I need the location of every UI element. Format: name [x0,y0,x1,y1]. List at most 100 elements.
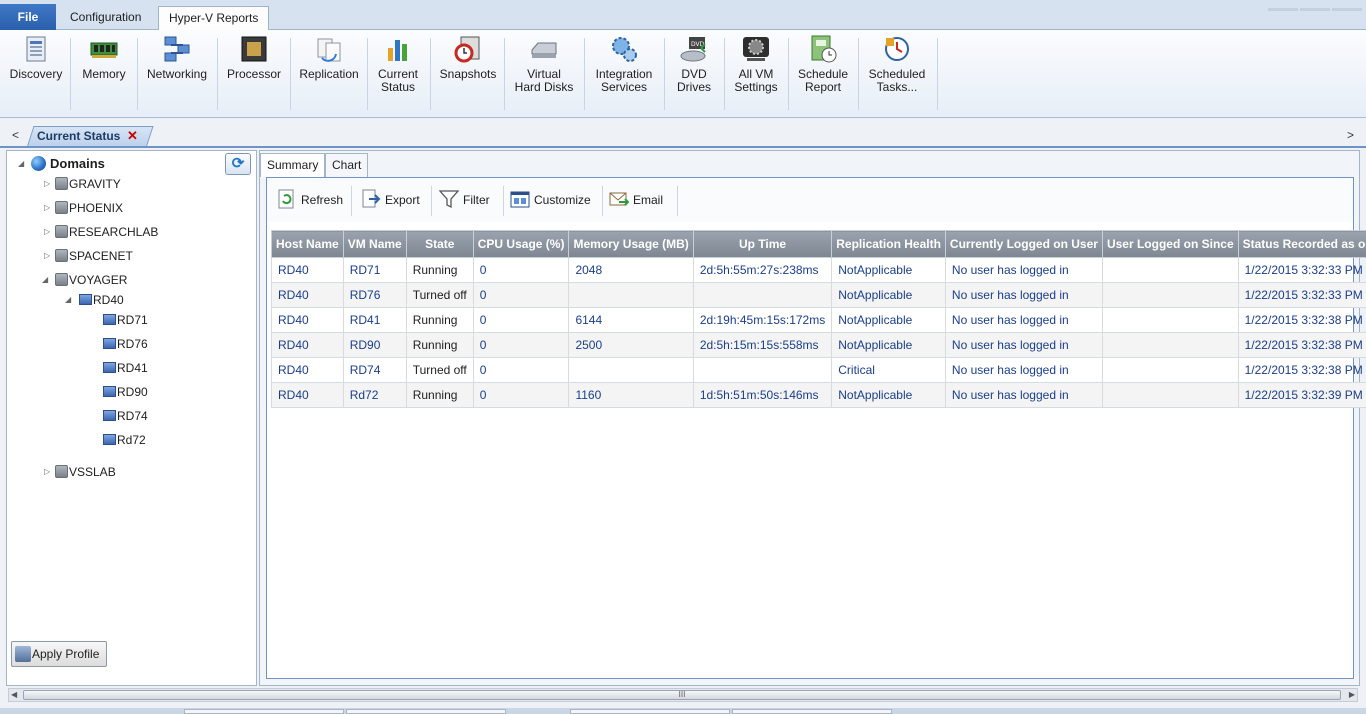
tree-refresh-button[interactable]: ⟳ [225,153,251,175]
processor-icon [241,36,267,62]
networking-button[interactable]: Networking [142,34,212,112]
host-computer-icon [79,294,92,305]
file-menu-tab[interactable]: File [0,4,56,30]
scheduled-tasks-button[interactable]: Scheduled Tasks... [862,34,932,112]
tree-item-spacenet[interactable]: SPACENET [55,249,133,263]
horizontal-scrollbar[interactable]: ◀ III ▶ [8,688,1358,702]
close-tab-icon[interactable]: ✕ [127,128,138,144]
tree-root-domains[interactable]: Domains [31,156,105,171]
column-header-host-name[interactable]: Host Name [271,230,344,258]
tree-item-label: RD40 [93,293,124,307]
integration-services-icon [612,37,637,62]
replication-button[interactable]: Replication [294,34,364,112]
close-window-button[interactable] [1332,8,1362,11]
table-row[interactable]: RD40 RD90 Running 0 2500 2d:5h:15m:15s:558ms N… [271,332,1366,358]
table-row[interactable]: RD40 RD74 Turned off 0 Critical No user has l… [271,357,1366,383]
tab-scroll-right-button[interactable]: > [1347,128,1354,142]
discovery-button[interactable]: Discovery [6,34,66,112]
server-icon [55,201,68,214]
maximize-button[interactable] [1300,8,1330,11]
task-strip-item[interactable] [346,709,506,714]
tab-hyper-v-reports[interactable]: Hyper-V Reports [158,6,270,31]
tree-item-voyager[interactable]: VOYAGER [55,273,127,287]
tree-item-host-rd40[interactable]: RD40 [79,293,124,307]
collapse-arrow-icon[interactable]: ◢ [18,159,24,168]
tree-item-vm-rd72[interactable]: Rd72 [103,433,146,447]
tree-item-vm-rd74[interactable]: RD74 [103,409,148,423]
tab-configuration[interactable]: Configuration [60,6,151,30]
column-header-cpu-usage[interactable]: CPU Usage (%) [472,230,570,258]
ribbon-separator [584,38,585,110]
discovery-icon [26,36,46,62]
ribbon-separator [664,38,665,110]
tree-item-vsslab[interactable]: VSSLAB [55,465,116,479]
virtual-hard-disks-button[interactable]: Virtual Hard Disks [508,34,580,112]
column-header-memory-usage[interactable]: Memory Usage (MB) [568,230,694,258]
collapse-arrow-icon[interactable]: ◢ [42,275,48,284]
dvd-drives-button[interactable]: DVD DVD Drives [668,34,720,112]
column-header-logged-on-since[interactable]: User Logged on Since [1101,230,1239,258]
tree-item-vm-rd90[interactable]: RD90 [103,385,148,399]
report-panel: Summary Chart Refresh Export Filter Cust… [259,150,1366,686]
minimize-button[interactable] [1268,8,1298,11]
email-button[interactable]: Email [609,188,663,212]
cell-up-time [692,357,833,383]
scroll-right-arrow-icon[interactable]: ▶ [1349,690,1355,699]
schedule-report-button[interactable]: Schedule Report [792,34,854,112]
tab-scroll-left-button[interactable]: < [12,128,19,142]
customize-button[interactable]: Customize [510,188,591,212]
scrollbar-thumb[interactable]: III [23,690,1341,700]
export-button[interactable]: Export [361,188,420,212]
expand-arrow-icon[interactable]: ▷ [44,467,50,476]
task-strip-item[interactable] [184,709,344,714]
task-strip-item[interactable] [570,709,730,714]
column-header-status-recorded[interactable]: Status Recorded as on [1237,230,1366,258]
current-status-button[interactable]: Current Status [370,34,426,112]
memory-button[interactable]: Memory [76,34,132,112]
snapshots-icon [454,36,480,63]
collapse-arrow-icon[interactable]: ◢ [65,295,71,304]
virtual-machine-icon [103,434,116,445]
processor-button[interactable]: Processor [222,34,286,112]
status-grid: Host Name VM Name State CPU Usage (%) Me… [271,230,1366,408]
snapshots-button[interactable]: Snapshots [436,34,500,112]
table-row[interactable]: RD40 RD76 Turned off 0 NotApplicable No user … [271,282,1366,308]
table-row[interactable]: RD40 Rd72 Running 0 1160 1d:5h:51m:50s:146ms N… [271,382,1366,408]
filter-button[interactable]: Filter [439,188,490,212]
all-vm-settings-button[interactable]: All VM Settings [728,34,784,112]
expand-arrow-icon[interactable]: ▷ [44,179,50,188]
table-row[interactable]: RD40 RD41 Running 0 6144 2d:19h:45m:15s:172ms… [271,307,1366,333]
tree-item-researchlab[interactable]: RESEARCHLAB [55,225,158,239]
tab-chart[interactable]: Chart [325,153,369,177]
tree-item-vm-rd76[interactable]: RD76 [103,337,148,351]
tree-item-gravity[interactable]: GRAVITY [55,177,121,191]
column-header-logged-on-user[interactable]: Currently Logged on User [944,230,1103,258]
cell-logged-on-user: No user has logged in [944,357,1103,383]
schedule-report-label: Schedule Report [797,67,849,94]
table-row[interactable]: RD40 RD71 Running 0 2048 2d:5h:55m:27s:238ms N… [271,257,1366,283]
column-header-vm-name[interactable]: VM Name [342,230,407,258]
ribbon-separator [137,38,138,110]
task-strip-item[interactable] [732,709,892,714]
apply-profile-button[interactable]: Apply Profile [11,641,107,667]
tree-item-vm-rd41[interactable]: RD41 [103,361,148,375]
apply-profile-label: Apply Profile [32,647,100,661]
cell-replication-health: NotApplicable [831,382,946,408]
tree-item-vm-rd71[interactable]: RD71 [103,313,148,327]
column-header-up-time[interactable]: Up Time [692,230,833,258]
scroll-left-arrow-icon[interactable]: ◀ [11,690,17,699]
tree-item-phoenix[interactable]: PHOENIX [55,201,123,215]
integration-services-button[interactable]: Integration Services [588,34,660,112]
tab-summary[interactable]: Summary [260,153,326,177]
column-header-state[interactable]: State [405,230,474,258]
expand-arrow-icon[interactable]: ▷ [44,227,50,236]
expand-arrow-icon[interactable]: ▷ [44,251,50,260]
column-header-replication-health[interactable]: Replication Health [831,230,946,258]
expand-arrow-icon[interactable]: ▷ [44,203,50,212]
customize-icon [510,191,530,208]
report-toolbar: Refresh Export Filter Customize Email [267,178,1353,222]
cell-vm-name: RD76 [342,282,407,308]
cell-up-time [692,282,833,308]
refresh-button[interactable]: Refresh [277,188,343,212]
tree-item-label: RD76 [117,337,148,351]
